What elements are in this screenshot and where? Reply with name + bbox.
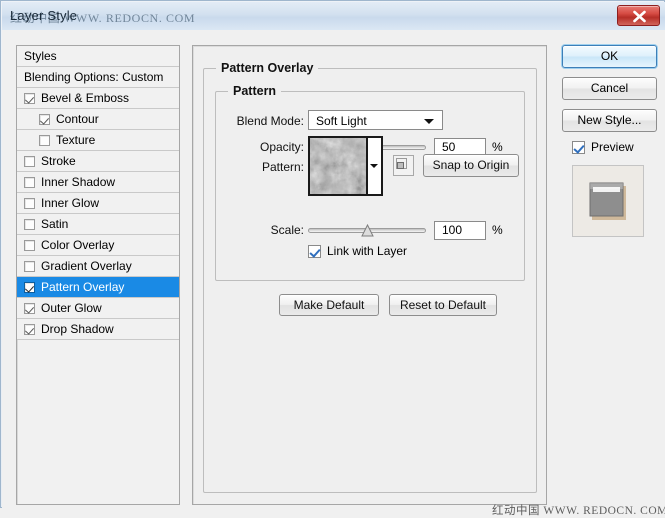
style-label: Inner Shadow xyxy=(41,175,116,189)
style-row-satin[interactable]: Satin xyxy=(17,214,179,235)
style-row-gradient-overlay[interactable]: Gradient Overlay xyxy=(17,256,179,277)
style-row-stroke[interactable]: Stroke xyxy=(17,151,179,172)
style-label: Gradient Overlay xyxy=(41,259,132,273)
blend-mode-value: Soft Light xyxy=(316,114,367,128)
style-label: Satin xyxy=(41,217,69,231)
opacity-unit: % xyxy=(492,140,503,154)
checkbox-drop-shadow[interactable] xyxy=(24,323,35,335)
style-row-drop-shadow[interactable]: Drop Shadow xyxy=(17,319,179,340)
scale-slider-thumb[interactable] xyxy=(361,223,374,237)
preview-swatch-icon xyxy=(573,166,643,236)
blending-options-row[interactable]: Blending Options: Custom xyxy=(17,67,179,88)
pattern-overlay-groupbox: Pattern Overlay Pattern Blend Mode: Soft… xyxy=(203,61,537,493)
clouds-texture-icon xyxy=(310,138,366,194)
opacity-label: Opacity: xyxy=(259,140,304,154)
window-title: Layer Style xyxy=(10,8,78,23)
style-row-bevel-emboss[interactable]: Bevel & Emboss xyxy=(17,88,179,109)
checkbox-outer-glow[interactable] xyxy=(24,302,35,314)
checkbox-contour[interactable] xyxy=(39,113,50,125)
title-bar[interactable]: 红动中国 WWW. REDOCN. COM Layer Style xyxy=(2,2,665,31)
close-icon xyxy=(633,10,646,23)
snap-to-origin-button[interactable]: Snap to Origin xyxy=(423,154,519,177)
pattern-overlay-title: Pattern Overlay xyxy=(216,61,319,75)
style-label: Inner Glow xyxy=(41,196,100,210)
style-label: Contour xyxy=(56,112,99,126)
style-label: Drop Shadow xyxy=(41,322,114,336)
pattern-picker-dropdown[interactable] xyxy=(368,136,383,196)
style-row-outer-glow[interactable]: Outer Glow xyxy=(17,298,179,319)
style-row-inner-shadow[interactable]: Inner Shadow xyxy=(17,172,179,193)
chevron-down-icon xyxy=(424,119,434,124)
footer-watermark: 红动中国 WWW. REDOCN. COM xyxy=(492,505,665,517)
pattern-title: Pattern xyxy=(228,84,282,98)
style-preview-thumbnail xyxy=(572,165,644,237)
style-row-color-overlay[interactable]: Color Overlay xyxy=(17,235,179,256)
dialog-content: Styles Blending Options: Custom Bevel & … xyxy=(2,30,665,517)
styles-list-panel[interactable]: Styles Blending Options: Custom Bevel & … xyxy=(16,45,180,505)
preview-checkbox-box[interactable] xyxy=(572,140,585,154)
style-label: Bevel & Emboss xyxy=(41,91,130,105)
pattern-label: Pattern: xyxy=(261,160,304,174)
style-row-pattern-overlay[interactable]: Pattern Overlay xyxy=(17,277,179,298)
make-default-button[interactable]: Make Default xyxy=(279,294,379,316)
link-with-layer-label: Link with Layer xyxy=(327,244,408,258)
checkbox-color-overlay[interactable] xyxy=(24,239,35,251)
layer-style-dialog: 红动中国 WWW. REDOCN. COM Layer Style Styles… xyxy=(0,0,665,517)
chevron-down-icon xyxy=(370,164,378,168)
checkbox-stroke[interactable] xyxy=(24,155,35,167)
preview-label: Preview xyxy=(591,140,634,154)
style-label: Pattern Overlay xyxy=(41,280,125,294)
checkbox-pattern-overlay[interactable] xyxy=(24,281,35,293)
reset-to-default-button[interactable]: Reset to Default xyxy=(389,294,497,316)
styles-header-label: Styles xyxy=(24,49,57,63)
blend-mode-label: Blend Mode: xyxy=(236,114,304,128)
checkbox-gradient-overlay[interactable] xyxy=(24,260,35,272)
cancel-button[interactable]: Cancel xyxy=(562,77,657,100)
pattern-swatch[interactable] xyxy=(308,136,368,196)
style-label: Texture xyxy=(56,133,96,147)
checkbox-bevel-emboss[interactable] xyxy=(24,92,35,104)
new-preset-button[interactable] xyxy=(393,155,414,176)
new-preset-icon xyxy=(396,158,407,169)
scale-unit: % xyxy=(492,223,503,237)
new-style-button[interactable]: New Style... xyxy=(562,109,657,132)
checkbox-texture[interactable] xyxy=(39,134,50,146)
scale-input[interactable]: 100 xyxy=(434,221,486,240)
style-row-texture[interactable]: Texture xyxy=(17,130,179,151)
pattern-overlay-panel: Pattern Overlay Pattern Blend Mode: Soft… xyxy=(192,45,547,505)
preview-checkbox[interactable]: Preview xyxy=(572,140,634,154)
style-label: Stroke xyxy=(41,154,76,168)
checkbox-inner-shadow[interactable] xyxy=(24,176,35,188)
checkbox-inner-glow[interactable] xyxy=(24,197,35,209)
blend-mode-select[interactable]: Soft Light xyxy=(308,110,443,130)
link-with-layer-box[interactable] xyxy=(308,244,321,258)
scale-slider[interactable] xyxy=(308,222,426,238)
style-label: Outer Glow xyxy=(41,301,102,315)
style-row-inner-glow[interactable]: Inner Glow xyxy=(17,193,179,214)
styles-list-header: Styles xyxy=(17,46,179,67)
ok-button[interactable]: OK xyxy=(562,45,657,68)
close-button[interactable] xyxy=(617,5,660,26)
blending-options-label: Blending Options: Custom xyxy=(24,70,164,84)
style-label: Color Overlay xyxy=(41,238,115,252)
style-row-contour[interactable]: Contour xyxy=(17,109,179,130)
checkbox-satin[interactable] xyxy=(24,218,35,230)
scale-label: Scale: xyxy=(270,223,304,237)
pattern-groupbox: Pattern Blend Mode: Soft Light Opacity: xyxy=(215,84,525,281)
link-with-layer-checkbox[interactable]: Link with Layer xyxy=(308,244,407,258)
